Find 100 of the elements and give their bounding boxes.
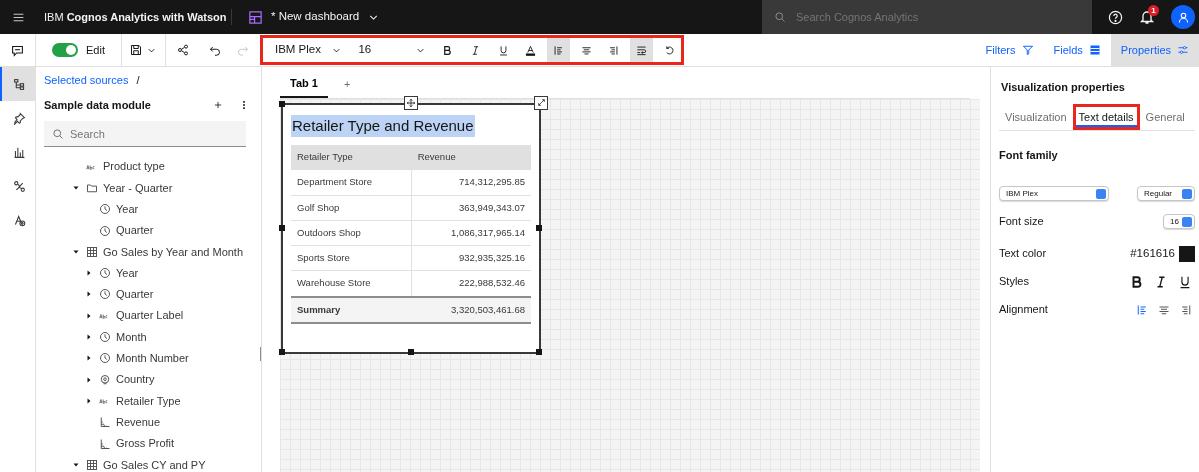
expand-icon [536, 98, 546, 107]
font-size-select[interactable]: 16 [1163, 214, 1195, 229]
table-cell: 363,949,343.07 [411, 195, 531, 221]
clock-icon [99, 331, 111, 343]
filters-button[interactable]: Filters [975, 34, 1044, 66]
clock-icon [99, 203, 111, 216]
align-left-button[interactable] [546, 38, 571, 62]
person-icon [1176, 10, 1190, 24]
properties-button[interactable]: Properties [1110, 34, 1199, 66]
tree-item[interactable]: Retailer Type [116, 392, 181, 410]
bold-icon [442, 44, 454, 56]
underline-icon [497, 44, 509, 56]
section-title: Font family [999, 148, 1059, 163]
font-dropdown[interactable]: IBM Plex [268, 38, 349, 62]
folder-icon [86, 181, 98, 194]
resize-handle[interactable] [408, 348, 414, 355]
help-button[interactable] [1108, 9, 1123, 25]
field-label: Text color [999, 246, 1047, 262]
tree-item[interactable]: Year - Quarter [103, 179, 173, 197]
user-avatar[interactable] [1171, 5, 1195, 29]
resize-handle[interactable] [536, 348, 542, 355]
edit-toggle[interactable] [52, 43, 78, 57]
dashboard-icon [248, 9, 263, 25]
properties-tab[interactable]: Text details [1072, 103, 1140, 130]
sources-tab[interactable] [0, 67, 36, 101]
tree-item[interactable]: Go Sales CY and PY [103, 456, 206, 472]
field-label: Font size [999, 214, 1044, 230]
stepper-icon [1096, 188, 1106, 199]
stepper-icon [1182, 216, 1192, 227]
font-weight-select[interactable]: Regular [1137, 186, 1195, 201]
align-right-icon [608, 44, 620, 56]
table-cell: 714,312,295.85 [411, 169, 531, 195]
dashboard-tab[interactable]: Tab 1 [280, 71, 328, 98]
bar-chart-icon [12, 145, 26, 159]
tree-item[interactable]: Gross Profit [116, 435, 175, 452]
notifications-button[interactable]: 1 [1139, 9, 1155, 25]
assistant-icon [12, 213, 26, 227]
add-tab-button[interactable]: + [335, 76, 359, 93]
chat-icon [11, 43, 24, 57]
edit-label: Edit [86, 42, 105, 58]
resize-handle[interactable] [279, 225, 285, 232]
expand-button[interactable] [534, 95, 548, 110]
plus-icon [213, 99, 223, 110]
add-button[interactable] [213, 99, 223, 110]
tree-item[interactable]: Revenue [116, 413, 161, 431]
redo-icon [236, 44, 249, 56]
breadcrumb-link[interactable]: Selected sources [44, 72, 129, 89]
filter-icon [1021, 44, 1034, 56]
clock-icon [99, 267, 111, 280]
color-swatch[interactable] [1179, 245, 1195, 262]
dashboard-title-menu[interactable]: * New dashboard [232, 0, 397, 34]
save-icon [129, 44, 142, 56]
tree-item[interactable]: Product type [103, 158, 165, 175]
column-header: Retailer Type [291, 145, 412, 170]
fields-button[interactable]: Fields [1043, 34, 1111, 66]
column-header: Revenue [411, 145, 531, 170]
resize-handle[interactable] [536, 225, 542, 232]
reset-icon [663, 44, 675, 56]
module-name: Sample data module [44, 97, 152, 113]
clock-icon [99, 352, 111, 365]
widget-title: Retailer Type and Revenue [291, 114, 475, 137]
table-cell: 1,086,317,965.14 [411, 220, 531, 246]
tree-item[interactable]: Month Number [116, 350, 189, 367]
caret-right-icon [85, 290, 93, 299]
tree-item[interactable]: Quarter [116, 286, 154, 303]
move-icon [406, 97, 416, 108]
measure-icon [99, 416, 111, 429]
tree-item[interactable]: Go Sales by Year and Month [103, 243, 244, 261]
tree-item[interactable]: Quarter [116, 222, 154, 239]
tree-item[interactable]: Month [116, 328, 147, 346]
share-icon [176, 44, 189, 56]
properties-tab[interactable]: General [1139, 103, 1191, 130]
clock-icon [99, 224, 111, 237]
bell-icon [1139, 9, 1155, 25]
font-family-select[interactable]: IBM Plex [999, 186, 1109, 201]
properties-tab[interactable]: Visualization [999, 103, 1073, 130]
location-icon [99, 373, 111, 386]
undo-icon [208, 44, 221, 56]
tree-item[interactable]: Country [116, 371, 155, 388]
table-icon [86, 245, 98, 258]
tree-item[interactable]: Year [116, 264, 139, 282]
help-icon [1108, 9, 1123, 25]
pin-icon [12, 111, 26, 125]
caret-right-icon [85, 354, 93, 363]
tree-item[interactable]: Quarter Label [116, 307, 184, 324]
table-cell: Outdoors Shop [291, 220, 412, 246]
table-icon [86, 458, 98, 471]
table-cell: Sports Store [291, 245, 412, 271]
search-field[interactable]: Search Cognos Analytics [762, 0, 1092, 34]
font-size-dropdown[interactable]: 16 [352, 38, 432, 62]
relationship-icon [12, 179, 26, 193]
resize-handle[interactable] [279, 100, 285, 107]
field-label: Alignment [999, 302, 1048, 318]
resize-handle[interactable] [279, 348, 285, 355]
color-value: #161616 [1130, 245, 1175, 261]
caret-right-icon [85, 269, 93, 278]
move-handle[interactable] [404, 95, 418, 110]
search-field[interactable]: Search [44, 121, 246, 147]
text-wrap-button[interactable] [629, 38, 654, 62]
tree-item[interactable]: Year [116, 201, 139, 218]
